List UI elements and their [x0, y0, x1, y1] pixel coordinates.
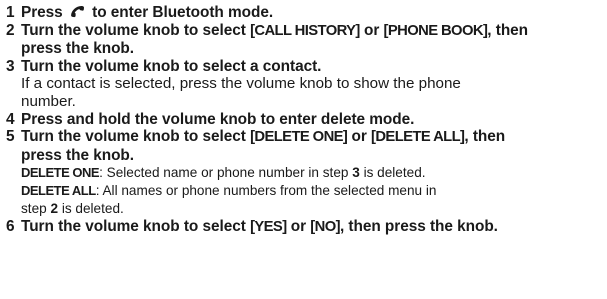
- instruction-text: press the knob.: [21, 146, 134, 164]
- instruction-text: press the knob.: [21, 40, 134, 58]
- note-text: number.: [21, 92, 76, 110]
- step-4: 4 Press and hold the volume knob to ente…: [0, 111, 607, 129]
- definition-text: : All names or phone numbers from the se…: [95, 183, 437, 199]
- instruction-text: Press: [21, 4, 67, 21]
- step-note: If a contact is selected, press the volu…: [21, 75, 607, 110]
- step-instruction: Press to enter Bluetooth mode.: [21, 4, 607, 22]
- menu-option: [DELETE ALL]: [371, 129, 465, 146]
- menu-option: [PHONE BOOK]: [383, 22, 488, 39]
- step-instruction: Turn the volume knob to select [CALL HIS…: [21, 22, 607, 58]
- menu-option: [YES]: [250, 218, 287, 235]
- cut-off-top-text: · · ·: [0, 0, 607, 3]
- step-instruction: Press and hold the volume knob to enter …: [21, 110, 415, 128]
- instruction-text: , then: [464, 128, 506, 146]
- step-number: 3: [6, 57, 15, 75]
- step-instruction: Turn the volume knob to select a contact…: [21, 57, 322, 75]
- cut-off-line: · · ·: [20, 0, 44, 3]
- definition-text: step: [21, 200, 51, 216]
- instruction-text: to enter Bluetooth mode.: [87, 4, 274, 21]
- definition-text: is deleted.: [58, 200, 124, 216]
- instruction-text: or: [359, 21, 384, 39]
- menu-option: [NO]: [310, 218, 340, 235]
- step-reference: 3: [352, 165, 360, 181]
- step-instruction: Turn the volume knob to select [YES] or …: [21, 218, 607, 237]
- instruction-text: or: [347, 128, 372, 146]
- definition-delete-one: DELETE ONE: Selected name or phone numbe…: [21, 164, 607, 182]
- step-6: 6 Turn the volume knob to select [YES] o…: [0, 218, 607, 237]
- step-reference: 2: [50, 200, 59, 216]
- instruction-text: , then: [487, 21, 529, 39]
- step-number: 2: [6, 21, 15, 39]
- instruction-steps: 1 Press to enter Bluetooth mode. 2 Turn …: [0, 4, 607, 236]
- step-5: 5 Turn the volume knob to select [DELETE…: [0, 128, 607, 218]
- step-number: 5: [6, 128, 15, 146]
- instruction-text: or: [286, 217, 311, 235]
- step-number: 4: [6, 110, 15, 128]
- step-1: 1 Press to enter Bluetooth mode.: [0, 4, 607, 22]
- instruction-text: , then press the knob.: [339, 217, 498, 235]
- definition-text: : Selected name or phone number in step: [99, 165, 353, 181]
- phone-icon: [70, 5, 84, 18]
- instruction-text: Turn the volume knob to select: [21, 128, 251, 146]
- instruction-text: Turn the volume knob to select: [21, 21, 251, 39]
- menu-option: [CALL HISTORY]: [250, 22, 360, 39]
- step-number: 6: [6, 217, 15, 235]
- definition-term: DELETE ONE: [21, 165, 100, 181]
- step-number: 1: [6, 4, 15, 21]
- step-3: 3 Turn the volume knob to select a conta…: [0, 58, 607, 111]
- definition-text: is deleted.: [359, 165, 426, 181]
- step-2: 2 Turn the volume knob to select [CALL H…: [0, 22, 607, 58]
- instruction-text: Turn the volume knob to select: [21, 217, 251, 235]
- note-text: If a contact is selected, press the volu…: [21, 75, 461, 93]
- definition-delete-all: DELETE ALL: All names or phone numbers f…: [21, 182, 607, 218]
- step-instruction: Turn the volume knob to select [DELETE O…: [21, 128, 607, 164]
- menu-option: [DELETE ONE]: [250, 129, 348, 146]
- definition-term: DELETE ALL: [21, 183, 96, 199]
